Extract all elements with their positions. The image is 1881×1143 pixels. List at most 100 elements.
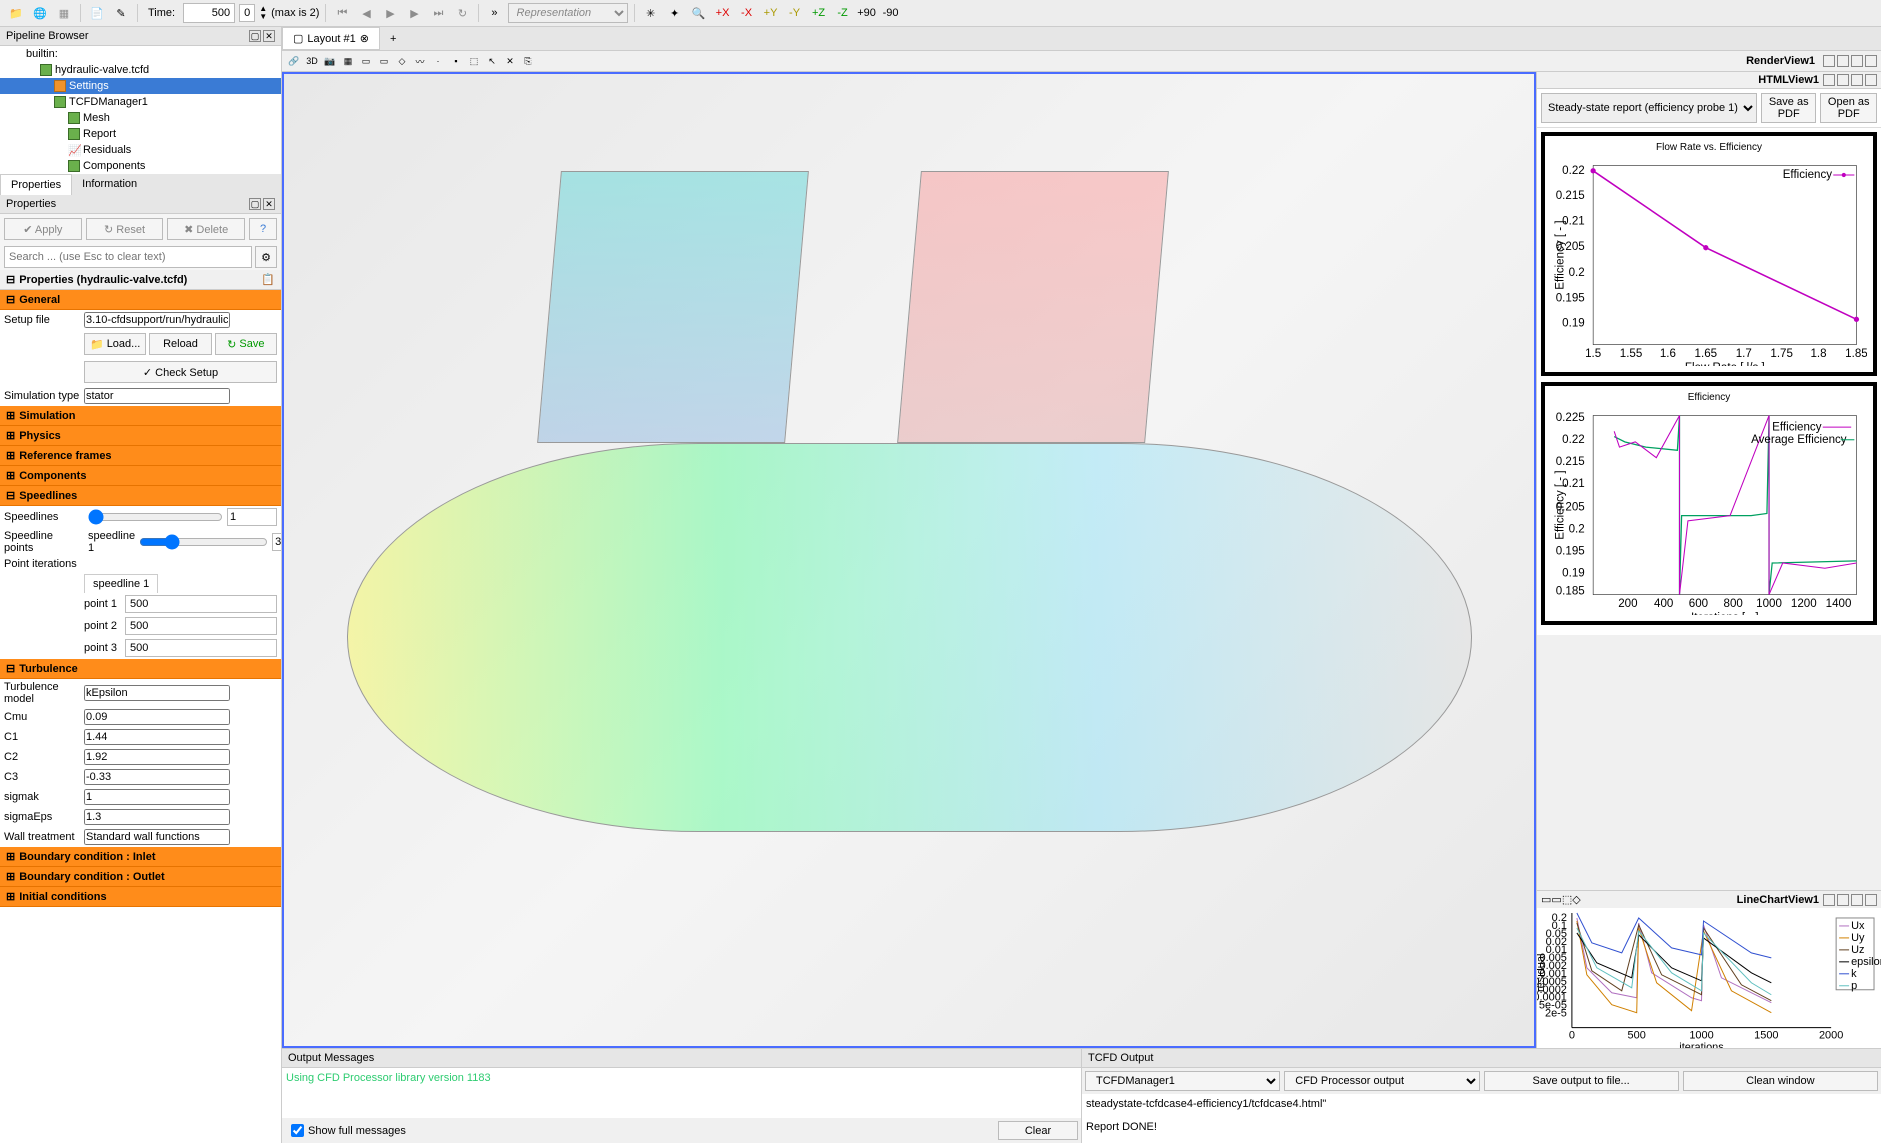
frame-spinner[interactable]: 0 (239, 4, 255, 22)
render-clear-icon[interactable]: ✕ (502, 53, 518, 69)
first-icon[interactable]: ⏮ (332, 3, 352, 23)
check-setup-button[interactable]: ✓ Check Setup (84, 361, 277, 383)
show-full-checkbox[interactable]: Show full messages (285, 1121, 412, 1140)
search-input[interactable] (4, 246, 252, 268)
rot-plus90-icon[interactable]: +90 (857, 3, 877, 23)
render-grid-icon[interactable]: ▦ (340, 53, 356, 69)
prev-icon[interactable]: ◀ (356, 3, 376, 23)
apply-button[interactable]: ✔ Apply (4, 218, 82, 240)
edit-icon[interactable]: ✎ (111, 3, 131, 23)
htmlview-split-h-icon[interactable] (1823, 74, 1835, 86)
section-speedlines[interactable]: ⊟Speedlines (0, 486, 281, 506)
linechart-tool4-icon[interactable]: ◇ (1572, 893, 1580, 906)
render-point-icon[interactable]: · (430, 53, 446, 69)
close-panel-icon[interactable]: ✕ (263, 30, 275, 42)
section-turbulence[interactable]: ⊟Turbulence (0, 659, 281, 679)
play-icon[interactable]: ▶ (380, 3, 400, 23)
clean-window-button[interactable]: Clean window (1683, 1071, 1878, 1091)
tcfd-manager-select[interactable]: TCFDManager1 (1085, 1071, 1280, 1091)
render-hover-icon[interactable]: ↖ (484, 53, 500, 69)
tcfd-processor-select[interactable]: CFD Processor output (1284, 1071, 1479, 1091)
sigmaeps-input[interactable] (84, 809, 230, 825)
minusy-icon[interactable]: -Y (785, 3, 805, 23)
cmu-input[interactable] (84, 709, 230, 725)
save-output-button[interactable]: Save output to file... (1484, 1071, 1679, 1091)
open-icon[interactable]: 📁 (6, 3, 26, 23)
maximize-icon[interactable] (1851, 55, 1863, 67)
speedline-points-slider[interactable] (139, 534, 268, 550)
reset-button[interactable]: ↻ Reset (86, 218, 164, 240)
plusy-icon[interactable]: +Y (761, 3, 781, 23)
gear-icon[interactable]: ⚙ (255, 246, 277, 268)
delete-button[interactable]: ✖ Delete (167, 218, 245, 240)
render-export-icon[interactable]: ⎘ (520, 53, 536, 69)
copy-icon[interactable]: 📋 (261, 273, 275, 286)
undock-props-icon[interactable]: ▢ (249, 198, 261, 210)
htmlview-close-icon[interactable] (1865, 74, 1877, 86)
minusz-icon[interactable]: -Z (833, 3, 853, 23)
speedline-subtab[interactable]: speedline 1 (84, 574, 158, 593)
render-lasso-icon[interactable]: 〰 (412, 53, 428, 69)
sim-type-input[interactable] (84, 388, 230, 404)
minusx-icon[interactable]: -X (737, 3, 757, 23)
render-block-icon[interactable]: ▪ (448, 53, 464, 69)
open-pdf-button[interactable]: Open as PDF (1820, 93, 1877, 123)
help-button[interactable]: ? (249, 218, 277, 240)
linechart-split-h-icon[interactable] (1823, 894, 1835, 906)
tree-item[interactable]: Mesh (0, 110, 281, 126)
linechart-split-v-icon[interactable] (1837, 894, 1849, 906)
output-messages-body[interactable]: Using CFD Processor library version 1183 (282, 1068, 1081, 1118)
center-icon[interactable]: ✦ (665, 3, 685, 23)
speedlines-slider[interactable] (88, 509, 223, 525)
turb-model-input[interactable] (84, 685, 230, 701)
save-pdf-button[interactable]: Save as PDF (1761, 93, 1816, 123)
rot-minus90-icon[interactable]: -90 (881, 3, 901, 23)
globe-icon[interactable]: 🌐 (30, 3, 50, 23)
wall-input[interactable] (84, 829, 230, 845)
clear-messages-button[interactable]: Clear (998, 1121, 1078, 1140)
tree-item[interactable]: 📈Residuals (0, 142, 281, 158)
linechart-tool1-icon[interactable]: ▭ (1541, 893, 1551, 906)
tcfd-output-body[interactable]: steadystate-tcfdcase4-efficiency1/tcfdca… (1082, 1094, 1881, 1143)
zoom-icon[interactable]: 🔍 (689, 3, 709, 23)
point1-input[interactable] (125, 595, 277, 613)
plusz-icon[interactable]: +Z (809, 3, 829, 23)
section-bc-inlet[interactable]: ⊞Boundary condition : Inlet (0, 847, 281, 867)
sigmak-input[interactable] (84, 789, 230, 805)
section-reference-frames[interactable]: ⊞Reference frames (0, 446, 281, 466)
setup-file-input[interactable] (84, 312, 230, 328)
linechart-tool3-icon[interactable]: ⬚ (1562, 893, 1572, 906)
section-general[interactable]: ⊟General (0, 290, 281, 310)
tree-item[interactable]: TCFDManager1 (0, 94, 281, 110)
last-icon[interactable]: ⏭ (428, 3, 448, 23)
section-bc-outlet[interactable]: ⊞Boundary condition : Outlet (0, 867, 281, 887)
tab-information[interactable]: Information (72, 174, 147, 195)
close-tab-icon[interactable]: ⊗ (360, 32, 369, 45)
undock-icon[interactable]: ▢ (249, 30, 261, 42)
split-v-icon[interactable] (1837, 55, 1849, 67)
reload-button[interactable]: Reload (149, 333, 211, 355)
htmlview-max-icon[interactable] (1851, 74, 1863, 86)
tree-root[interactable]: builtin: (26, 48, 58, 60)
linechart-max-icon[interactable] (1851, 894, 1863, 906)
frame-arrows[interactable]: ▲▼ (259, 5, 267, 21)
collapse-icon[interactable]: ⊟ (6, 273, 15, 286)
representation-select[interactable]: Representation (508, 3, 628, 23)
c1-input[interactable] (84, 729, 230, 745)
render-select2-icon[interactable]: ▭ (376, 53, 392, 69)
time-input[interactable] (183, 3, 235, 23)
plusx-icon[interactable]: +X (713, 3, 733, 23)
tree-item[interactable]: Components (0, 158, 281, 174)
doc-icon[interactable]: 📄 (87, 3, 107, 23)
pipeline-tree[interactable]: builtin: hydraulic-valve.tcfdSettingsTCF… (0, 46, 281, 174)
speedlines-count[interactable] (227, 508, 277, 526)
add-layout-tab[interactable]: + (380, 29, 406, 49)
htmlview-split-v-icon[interactable] (1837, 74, 1849, 86)
layout-tab-1[interactable]: ▢Layout #1⊗ (282, 27, 380, 50)
close-props-icon[interactable]: ✕ (263, 198, 275, 210)
speedline-points-count[interactable] (272, 533, 281, 551)
render-viewport[interactable] (282, 72, 1536, 1048)
c3-input[interactable] (84, 769, 230, 785)
render-int-icon[interactable]: ⬚ (466, 53, 482, 69)
point3-input[interactable] (125, 639, 277, 657)
